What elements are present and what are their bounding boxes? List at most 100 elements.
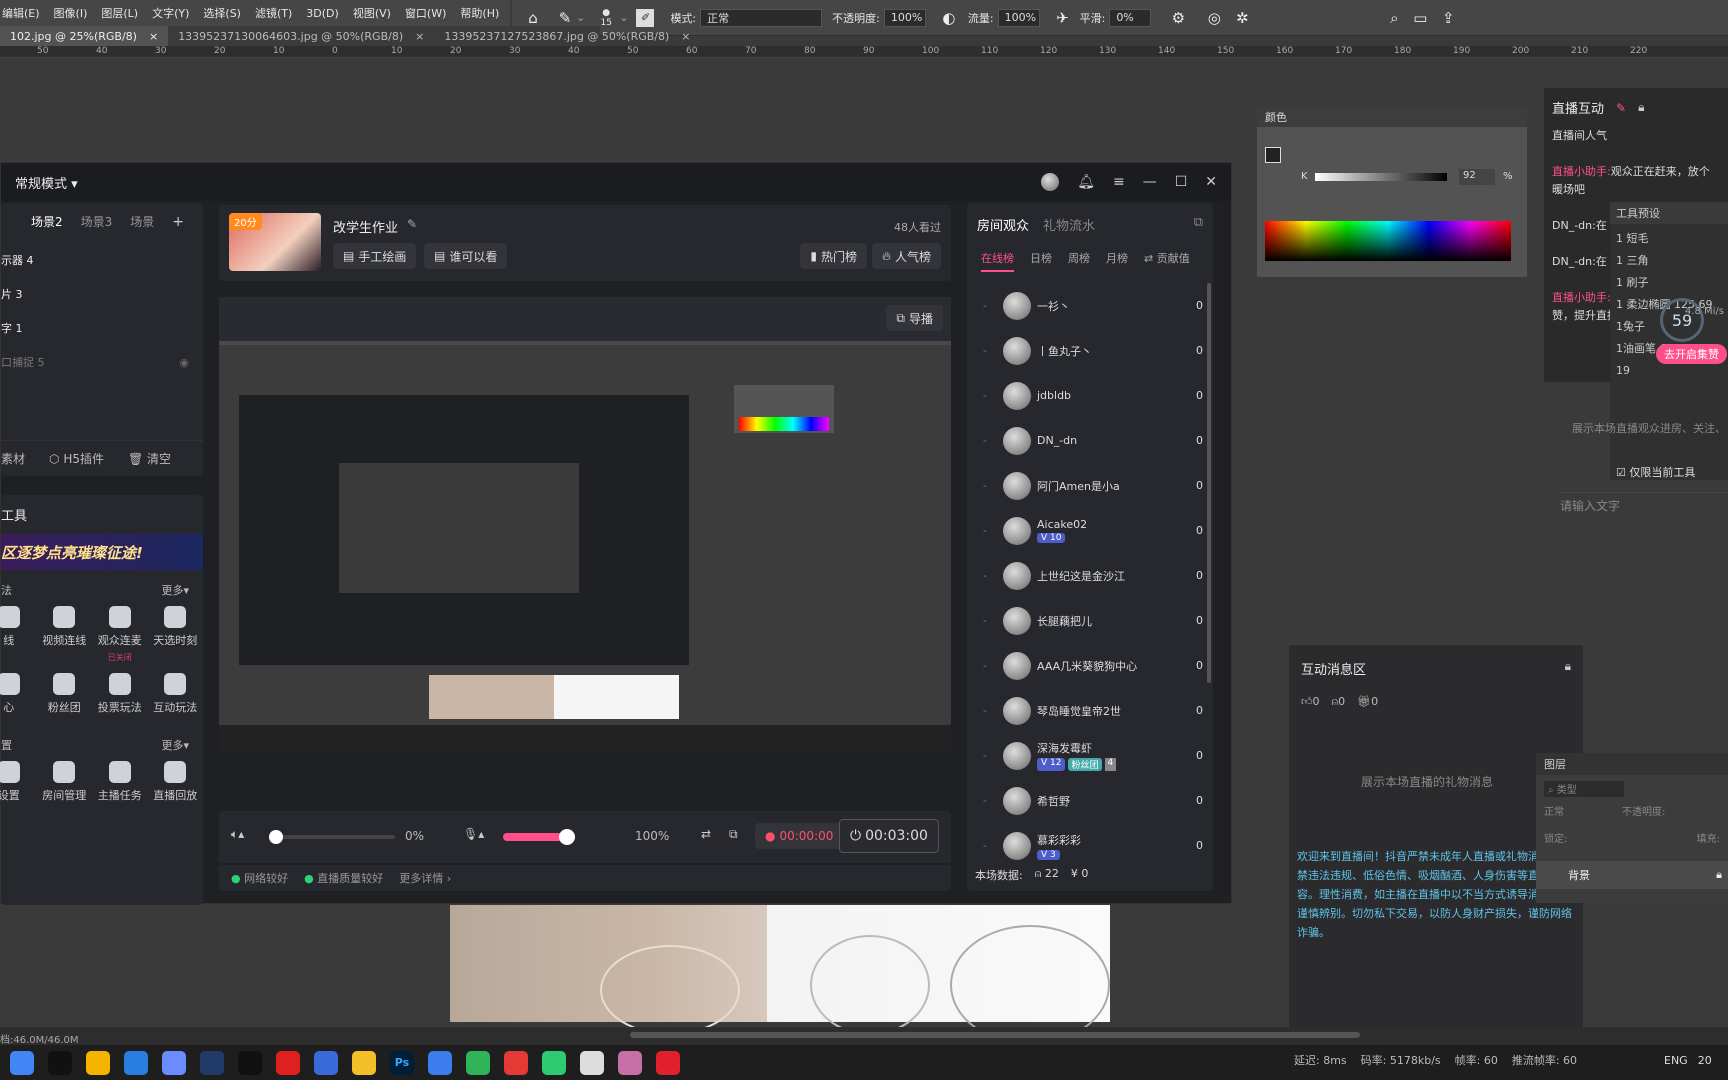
tool-video-link[interactable]: 视频连线 xyxy=(37,606,93,663)
promo-banner[interactable]: 区逐梦点亮璀璨征途! xyxy=(1,534,203,570)
mic-volume-slider[interactable] xyxy=(503,829,575,845)
scene-tab-2[interactable]: 场景2 xyxy=(31,213,63,230)
minimize-icon[interactable]: — xyxy=(1143,174,1157,190)
avatar[interactable] xyxy=(1003,516,1031,545)
avatar[interactable] xyxy=(1003,696,1031,725)
k-input[interactable]: 92 xyxy=(1459,169,1495,185)
smooth-input[interactable]: 0% xyxy=(1109,8,1152,27)
taskbar-app-app[interactable] xyxy=(162,1050,186,1075)
audience-row[interactable]: - 长腿藕把儿 0 xyxy=(967,598,1203,643)
layer-type-filter[interactable]: ⌕ 类型 xyxy=(1544,781,1624,797)
avatar[interactable] xyxy=(1003,336,1031,365)
add-scene-icon[interactable]: + xyxy=(172,214,184,230)
screen-icon[interactable]: ⧉ xyxy=(729,827,738,842)
scene-tab-3[interactable]: 场景3 xyxy=(81,213,113,230)
subtab-month[interactable]: 月榜 xyxy=(1106,250,1128,272)
close-icon[interactable]: × xyxy=(149,30,158,43)
taskbar-app-Ps[interactable]: Ps xyxy=(390,1050,414,1075)
scene-tab-4[interactable]: 场景 xyxy=(130,213,154,230)
language-indicator[interactable]: ENG xyxy=(1664,1054,1688,1067)
tool-heart[interactable]: 心 xyxy=(0,673,37,715)
menu-item[interactable]: 编辑(E) xyxy=(2,5,40,21)
lock-icon[interactable]: 🔒︎ xyxy=(1565,659,1571,674)
more-link[interactable]: 更多▾ xyxy=(161,582,189,598)
audience-row[interactable]: - 上世纪这是金沙江 0 xyxy=(967,553,1203,598)
avatar[interactable] xyxy=(1003,651,1031,680)
avatar[interactable] xyxy=(1003,831,1031,860)
source-item[interactable]: 示器 4 xyxy=(1,244,203,278)
brush-size[interactable]: ● 15 xyxy=(593,8,619,28)
taskbar-app-app4[interactable] xyxy=(428,1050,452,1075)
taskbar-app-wechat[interactable] xyxy=(542,1050,566,1075)
foreground-swatch[interactable] xyxy=(1265,147,1281,163)
timer-button[interactable]: ⏻ 00:03:00 xyxy=(839,819,939,853)
tool-fan-club[interactable]: 粉丝团 xyxy=(37,673,93,715)
source-item[interactable]: 口捕捉 5 xyxy=(1,346,45,380)
director-button[interactable]: ⧉ 导播 xyxy=(886,305,943,331)
more-details-link[interactable]: 更多详情 › xyxy=(399,870,451,886)
taskbar-app-capcut[interactable] xyxy=(48,1050,72,1075)
preset-item[interactable]: 1 三角 xyxy=(1616,250,1722,272)
tool-host-task[interactable]: 主播任务 xyxy=(92,761,148,803)
menu-icon[interactable]: ≡ xyxy=(1113,174,1125,190)
audience-row[interactable]: - Aicake02 V 10 0 xyxy=(967,508,1203,553)
taskbar-app-app8[interactable] xyxy=(656,1050,680,1075)
tool-vote[interactable]: 投票玩法 xyxy=(92,673,148,715)
workspace-icon[interactable]: ▭ xyxy=(1409,7,1431,29)
document-tab[interactable]: 13395237127523867.jpg @ 50%(RGB/8) × xyxy=(434,26,700,46)
audience-row[interactable]: - 一衫丶 0 xyxy=(967,283,1203,328)
avatar[interactable] xyxy=(1003,741,1031,770)
tab-gift-flow[interactable]: 礼物流水 xyxy=(1043,215,1095,234)
taskbar-app-explorer[interactable] xyxy=(352,1050,376,1075)
color-spectrum[interactable] xyxy=(1265,221,1511,261)
clock[interactable]: 20 xyxy=(1698,1054,1712,1067)
horizontal-scrollbar[interactable] xyxy=(630,1032,1360,1038)
avatar[interactable] xyxy=(1003,291,1031,320)
source-item[interactable]: 片 3 xyxy=(1,278,203,312)
live-cta-button[interactable]: 去开启集赞 xyxy=(1656,344,1727,364)
desk-volume-slider[interactable] xyxy=(269,830,395,844)
tool-room-manage[interactable]: 房间管理 xyxy=(37,761,93,803)
tab-room-audience[interactable]: 房间观众 xyxy=(977,215,1029,234)
hot-rank-button[interactable]: ▮ 热门榜 xyxy=(800,243,867,269)
popout-icon[interactable]: ⧉ xyxy=(1194,215,1203,234)
stream-preview[interactable]: ⧉ 导播 xyxy=(219,297,951,751)
source-item[interactable]: 字 1 xyxy=(1,312,203,346)
taskbar-app-google[interactable] xyxy=(86,1050,110,1075)
pin-icon[interactable]: ✎ xyxy=(1616,101,1626,115)
menu-item[interactable]: 选择(S) xyxy=(203,5,241,21)
more-link[interactable]: 更多▾ xyxy=(161,737,189,753)
audience-row[interactable]: - 希哲野 0 xyxy=(967,778,1203,823)
search-icon[interactable]: ⌕ xyxy=(1383,7,1405,29)
tool-settings[interactable]: 设置 xyxy=(0,761,37,803)
avatar[interactable] xyxy=(1003,786,1031,815)
edit-icon[interactable]: ✎ xyxy=(407,217,417,231)
popularity-rank-button[interactable]: 🔥︎ 人气榜 xyxy=(872,243,941,269)
menu-item[interactable]: 图像(I) xyxy=(54,5,88,21)
avatar[interactable] xyxy=(1003,561,1031,590)
tool-interaction[interactable]: 互动玩法 xyxy=(148,673,204,715)
subtab-day[interactable]: 日榜 xyxy=(1030,250,1052,272)
menu-item[interactable]: 文字(Y) xyxy=(152,5,189,21)
maximize-icon[interactable]: ☐ xyxy=(1175,174,1188,190)
lock-icon[interactable]: 🔒︎ xyxy=(1638,100,1644,115)
audience-row[interactable]: - 琴岛睡觉皇帝2世 0 xyxy=(967,688,1203,733)
subtab-online[interactable]: 在线榜 xyxy=(981,250,1014,272)
live-chat-input[interactable]: 请输入文字 xyxy=(1560,492,1728,516)
subtab-week[interactable]: 周榜 xyxy=(1068,250,1090,272)
audience-row[interactable]: - 慕彩彩彩 V 3 0 xyxy=(967,823,1203,868)
menu-item[interactable]: 帮助(H) xyxy=(460,5,499,21)
audience-row[interactable]: - DN_-dn 0 xyxy=(967,418,1203,463)
material-button[interactable]: 素材 xyxy=(1,450,25,467)
subtab-contribution[interactable]: ⇄ 贡献值 xyxy=(1144,250,1190,272)
audience-row[interactable]: - 丨鱼丸子丶 0 xyxy=(967,328,1203,373)
menu-item[interactable]: 滤镜(T) xyxy=(255,5,292,21)
taskbar-app-chrome[interactable] xyxy=(10,1050,34,1075)
current-tool-checkbox[interactable]: ☑ 仅限当前工具 xyxy=(1616,464,1695,480)
tag-handpaint[interactable]: ▤ 手工绘画 xyxy=(333,243,417,269)
tag-visibility[interactable]: ▤ 谁可以看 xyxy=(424,243,508,269)
taskbar-app-app7[interactable] xyxy=(618,1050,642,1075)
audience-row[interactable]: - 深海发霉虾 V 12 粉丝团 4 0 xyxy=(967,733,1203,778)
speaker-icon[interactable]: 🔈︎▴ xyxy=(231,827,244,842)
layer-row[interactable]: 背景 🔒︎ xyxy=(1536,861,1728,889)
